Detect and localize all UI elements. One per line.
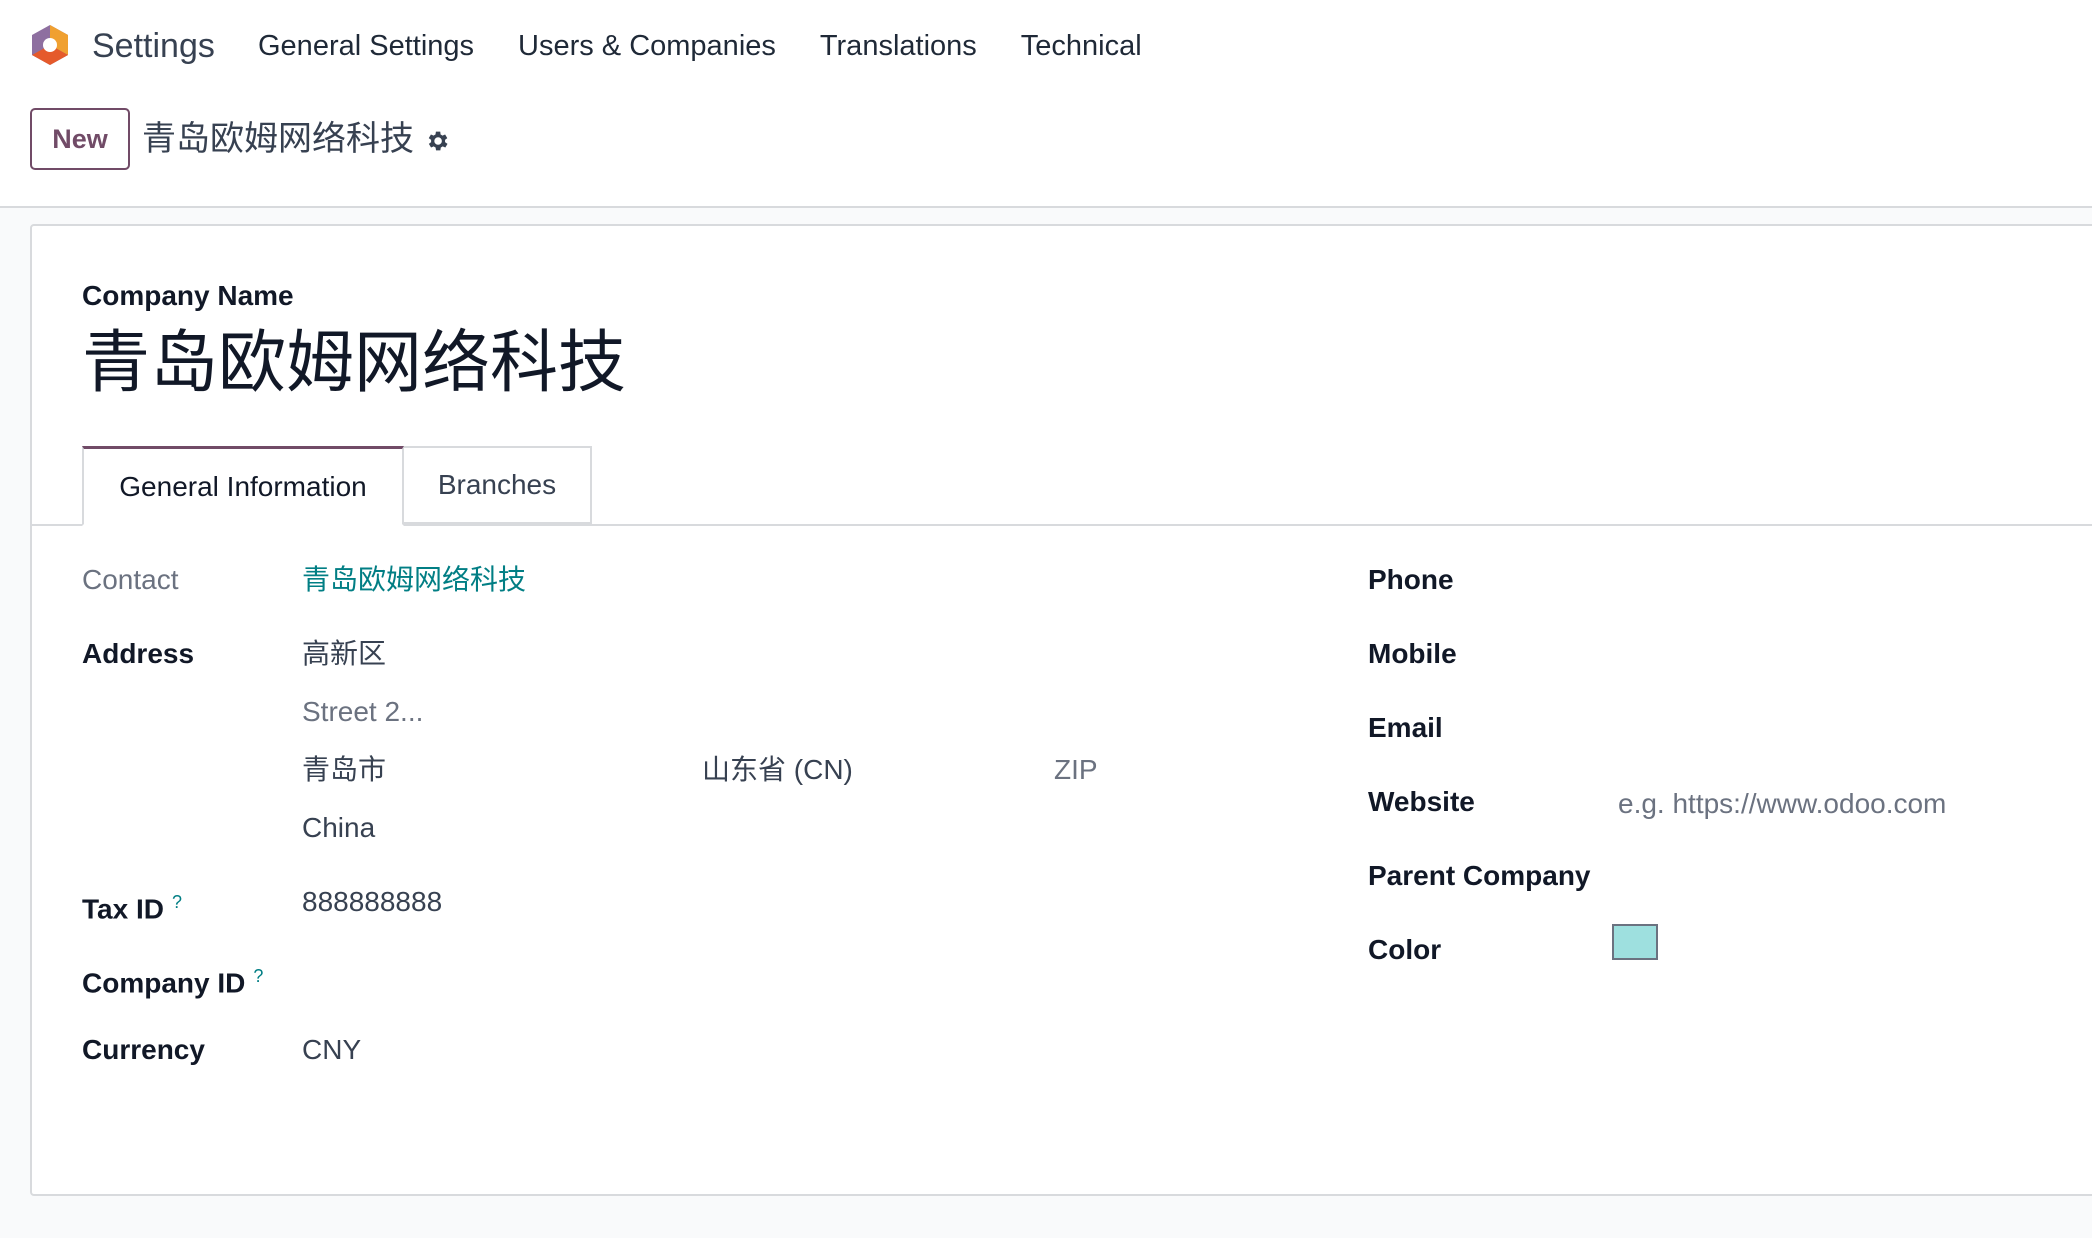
company-name-label: Company Name <box>82 280 294 311</box>
company-id-label-text: Company ID <box>82 967 246 999</box>
form-tabs: General Information Branches <box>32 446 2092 526</box>
settings-app-logo-icon[interactable] <box>28 23 72 67</box>
color-label: Color <box>1368 934 1442 965</box>
menu-translations[interactable]: Translations <box>820 24 977 68</box>
gear-icon[interactable] <box>424 128 450 154</box>
form-sheet: Company Name 青岛欧姆网络科技 General Informatio… <box>30 224 2092 1196</box>
email-label: Email <box>1368 712 1443 743</box>
menu-technical[interactable]: Technical <box>1021 24 1142 68</box>
tax-id-field[interactable]: 888888888 <box>302 884 442 920</box>
website-field[interactable]: e.g. https://www.odoo.com <box>1618 786 1946 822</box>
country-field[interactable]: China <box>302 810 375 846</box>
color-swatch[interactable] <box>1612 924 1658 960</box>
company-name-field[interactable]: 青岛欧姆网络科技 <box>82 318 626 408</box>
main-menu: General Settings Users & Companies Trans… <box>258 24 1186 68</box>
company-id-help-icon[interactable]: ? <box>253 966 263 986</box>
new-button[interactable]: New <box>30 108 130 170</box>
menu-general-settings[interactable]: General Settings <box>258 24 474 68</box>
currency-field[interactable]: CNY <box>302 1032 361 1068</box>
tax-id-label-text: Tax ID <box>82 893 164 925</box>
tab-branches[interactable]: Branches <box>404 446 592 524</box>
company-id-label: Company ID? <box>82 958 263 1001</box>
contact-link[interactable]: 青岛欧姆网络科技 <box>302 562 526 598</box>
street-field[interactable]: 高新区 <box>302 636 386 672</box>
menu-users-companies[interactable]: Users & Companies <box>518 24 776 68</box>
street2-field[interactable]: Street 2... <box>302 694 423 730</box>
top-navbar: Settings General Settings Users & Compan… <box>0 0 2092 92</box>
address-label: Address <box>82 638 195 669</box>
currency-label: Currency <box>82 1034 205 1065</box>
app-title[interactable]: Settings <box>92 24 215 68</box>
state-field[interactable]: 山东省 (CN) <box>702 752 853 788</box>
parent-company-label: Parent Company <box>1368 860 1591 891</box>
city-field[interactable]: 青岛市 <box>302 752 386 788</box>
control-panel: New 青岛欧姆网络科技 <box>0 92 2092 208</box>
tab-general-information[interactable]: General Information <box>82 446 404 526</box>
contact-label: Contact <box>82 564 179 595</box>
phone-label: Phone <box>1368 564 1454 595</box>
zip-field[interactable]: ZIP <box>1054 752 1098 788</box>
tax-id-label: Tax ID? <box>82 884 182 927</box>
tax-id-help-icon[interactable]: ? <box>172 892 182 912</box>
breadcrumb-record-name: 青岛欧姆网络科技 <box>142 120 414 158</box>
website-label: Website <box>1368 786 1475 817</box>
mobile-label: Mobile <box>1368 638 1457 669</box>
